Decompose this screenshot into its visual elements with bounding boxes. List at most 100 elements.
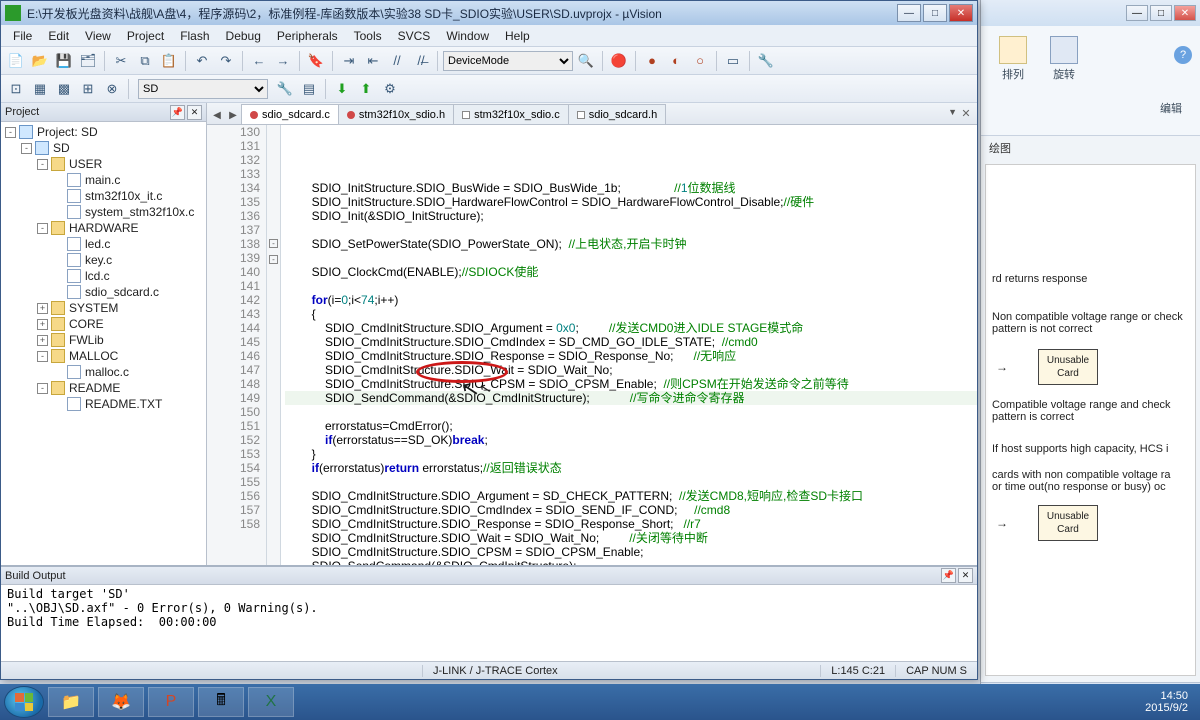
word-help-icon[interactable]: ? <box>1174 46 1192 64</box>
tab-nav-left[interactable]: ◀ <box>209 106 225 124</box>
menu-tools[interactable]: Tools <box>346 27 390 45</box>
tree-file[interactable]: system_stm32f10x.c <box>1 204 206 220</box>
menu-debug[interactable]: Debug <box>218 27 269 45</box>
debug-icon[interactable]: 🔴 <box>608 50 630 72</box>
editor-tab[interactable]: stm32f10x_sdio.c <box>453 104 569 124</box>
build-output-close[interactable]: ✕ <box>958 568 973 583</box>
tree-toggle[interactable]: - <box>37 351 48 362</box>
tree-group[interactable]: -USER <box>1 156 206 172</box>
tree-group[interactable]: -README <box>1 380 206 396</box>
tab-list-dropdown[interactable]: ▼ <box>948 107 957 117</box>
find-icon[interactable]: 🔍 <box>575 50 597 72</box>
tab-nav-right[interactable]: ▶ <box>225 106 241 124</box>
tree-toggle[interactable]: + <box>37 335 48 346</box>
uncomment-icon[interactable]: //̶ <box>410 50 432 72</box>
copy-icon[interactable]: ⧉ <box>134 50 156 72</box>
project-pane-close[interactable]: ✕ <box>187 105 202 120</box>
ribbon-arrange[interactable]: 排列 <box>999 36 1027 82</box>
menu-window[interactable]: Window <box>438 27 497 45</box>
flash-config-icon[interactable]: ⚙ <box>379 78 401 100</box>
breakpoint-insert-icon[interactable]: ● <box>641 50 663 72</box>
tree-file[interactable]: malloc.c <box>1 364 206 380</box>
tree-toggle[interactable]: - <box>21 143 32 154</box>
window-layout-icon[interactable]: ▭ <box>722 50 744 72</box>
editor-tab[interactable]: sdio_sdcard.h <box>568 104 667 124</box>
device-mode-select[interactable]: DeviceMode <box>443 51 573 71</box>
menu-peripherals[interactable]: Peripherals <box>269 27 346 45</box>
tree-group[interactable]: +FWLib <box>1 332 206 348</box>
tree-file[interactable]: sdio_sdcard.c <box>1 284 206 300</box>
tree-file[interactable]: main.c <box>1 172 206 188</box>
tree-target[interactable]: - SD <box>1 140 206 156</box>
tree-file[interactable]: stm32f10x_it.c <box>1 188 206 204</box>
word-maximize[interactable]: □ <box>1150 5 1172 21</box>
erase-icon[interactable]: ⬆ <box>355 78 377 100</box>
task-powerpoint[interactable]: P <box>148 687 194 717</box>
comment-icon[interactable]: // <box>386 50 408 72</box>
tree-toggle[interactable]: + <box>37 319 48 330</box>
open-icon[interactable]: 📂 <box>29 50 51 72</box>
task-excel[interactable]: X <box>248 687 294 717</box>
menu-svcs[interactable]: SVCS <box>390 27 439 45</box>
close-button[interactable]: ✕ <box>949 4 973 22</box>
word-close[interactable]: ✕ <box>1174 5 1196 21</box>
menu-project[interactable]: Project <box>119 27 172 45</box>
tree-group[interactable]: -HARDWARE <box>1 220 206 236</box>
tree-group[interactable]: +CORE <box>1 316 206 332</box>
tab-close[interactable]: ✕ <box>959 106 973 120</box>
editor-tab[interactable]: sdio_sdcard.c <box>241 104 339 124</box>
start-button[interactable] <box>4 686 44 718</box>
nav-fwd-icon[interactable]: → <box>272 50 294 72</box>
manage-targets-icon[interactable]: ▤ <box>298 78 320 100</box>
project-pane-pin[interactable]: 📌 <box>170 105 185 120</box>
paste-icon[interactable]: 📋 <box>158 50 180 72</box>
menu-edit[interactable]: Edit <box>40 27 77 45</box>
tree-toggle[interactable]: - <box>5 127 16 138</box>
batch-build-icon[interactable]: ⊞ <box>77 78 99 100</box>
cut-icon[interactable]: ✂ <box>110 50 132 72</box>
project-tree[interactable]: - Project: SD - SD -USERmain.cstm32f10x_… <box>1 122 206 641</box>
tree-file[interactable]: README.TXT <box>1 396 206 412</box>
tree-group[interactable]: +SYSTEM <box>1 300 206 316</box>
breakpoint-disable-icon[interactable]: ○ <box>689 50 711 72</box>
system-tray[interactable]: 14:50 2015/9/2 <box>1145 690 1196 714</box>
tree-group[interactable]: -MALLOC <box>1 348 206 364</box>
tree-file[interactable]: key.c <box>1 252 206 268</box>
task-firefox[interactable]: 🦊 <box>98 687 144 717</box>
tree-toggle[interactable]: - <box>37 383 48 394</box>
menu-help[interactable]: Help <box>497 27 538 45</box>
editor-tab[interactable]: stm32f10x_sdio.h <box>338 104 454 124</box>
nav-back-icon[interactable]: ← <box>248 50 270 72</box>
bookmark-icon[interactable]: 🔖 <box>305 50 327 72</box>
minimize-button[interactable]: — <box>897 4 921 22</box>
build-output-pin[interactable]: 📌 <box>941 568 956 583</box>
save-all-icon[interactable]: 🗂 <box>77 50 99 72</box>
ribbon-rotate[interactable]: 旋转 <box>1050 36 1078 82</box>
target-options-icon[interactable]: 🔧 <box>274 78 296 100</box>
translate-icon[interactable]: ⊡ <box>5 78 27 100</box>
new-file-icon[interactable]: 📄 <box>5 50 27 72</box>
word-minimize[interactable]: — <box>1126 5 1148 21</box>
download-icon[interactable]: ⬇ <box>331 78 353 100</box>
menu-file[interactable]: File <box>5 27 40 45</box>
tree-file[interactable]: led.c <box>1 236 206 252</box>
indent-icon[interactable]: ⇥ <box>338 50 360 72</box>
undo-icon[interactable]: ↶ <box>191 50 213 72</box>
rebuild-icon[interactable]: ▩ <box>53 78 75 100</box>
tree-project-root[interactable]: - Project: SD <box>1 124 206 140</box>
stop-build-icon[interactable]: ⊗ <box>101 78 123 100</box>
target-select[interactable]: SD <box>138 79 268 99</box>
maximize-button[interactable]: □ <box>923 4 947 22</box>
tree-toggle[interactable]: - <box>37 223 48 234</box>
menu-flash[interactable]: Flash <box>172 27 217 45</box>
config-icon[interactable]: 🔧 <box>755 50 777 72</box>
build-output-content[interactable]: Build target 'SD' "..\OBJ\SD.axf" - 0 Er… <box>1 585 977 661</box>
tree-toggle[interactable]: - <box>37 159 48 170</box>
tree-toggle[interactable]: + <box>37 303 48 314</box>
task-calculator[interactable]: 🖩 <box>198 687 244 717</box>
task-explorer[interactable]: 📁 <box>48 687 94 717</box>
tree-file[interactable]: lcd.c <box>1 268 206 284</box>
save-icon[interactable]: 💾 <box>53 50 75 72</box>
build-icon[interactable]: ▦ <box>29 78 51 100</box>
menu-view[interactable]: View <box>77 27 119 45</box>
